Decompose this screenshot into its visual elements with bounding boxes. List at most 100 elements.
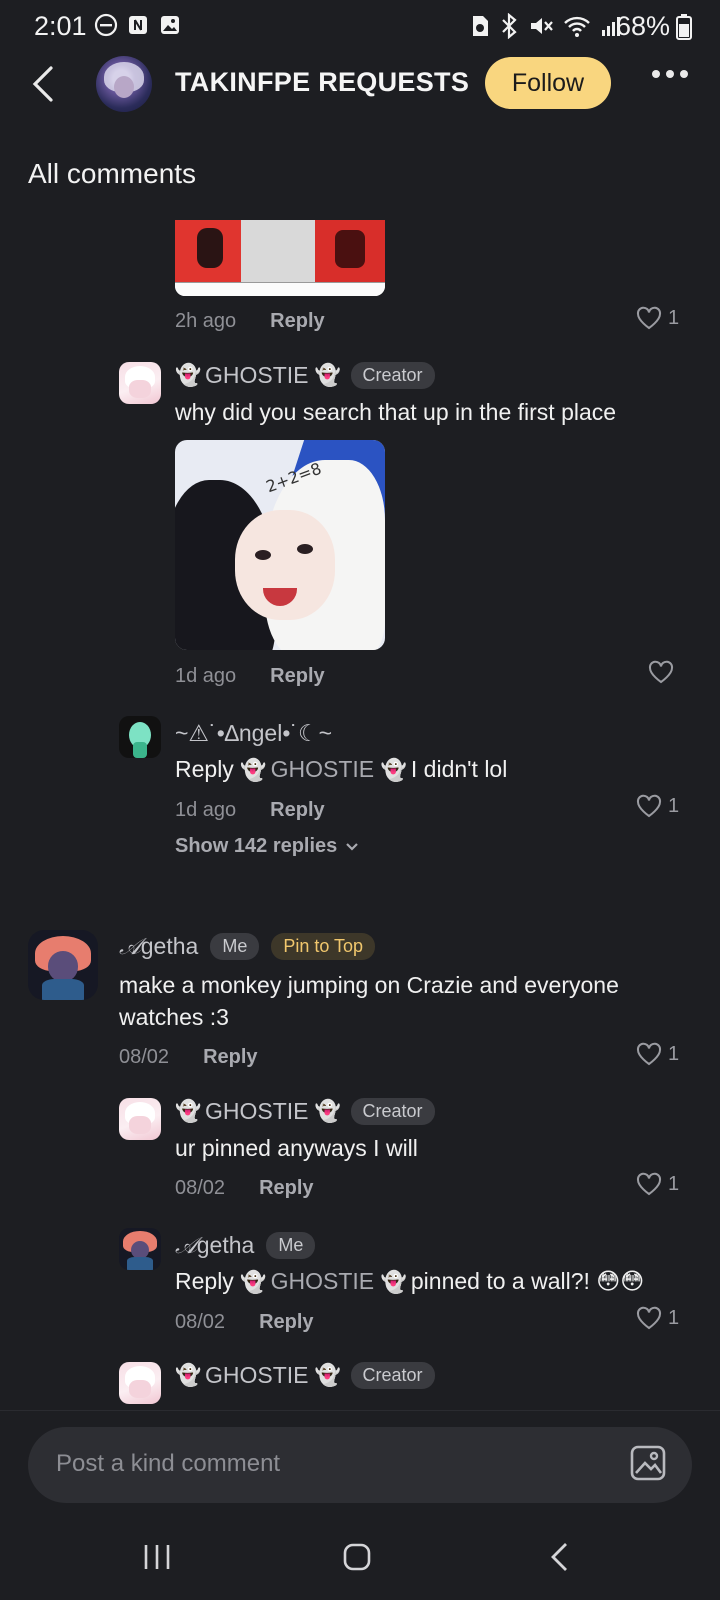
more-options-icon[interactable] [652,70,688,78]
comment-meta: 1d ago Reply [175,665,325,688]
ghost-emoji: 👻 [314,1099,341,1123]
author-initial: 𝒜 [175,1232,197,1258]
status-time: 2:01 [34,11,87,41]
avatar[interactable] [119,362,161,404]
heart-icon [636,1042,662,1066]
comment-placeholder: Post a kind comment [56,1450,281,1477]
ghost-emoji: 👻 [175,1099,202,1123]
comment-meta: 08/02 Reply [175,1177,314,1200]
mentioned-user[interactable]: GHOSTIE [271,1268,375,1294]
comment-text: ur pinned anyways I will [175,1135,418,1161]
heart-icon [636,306,662,330]
community-avatar[interactable] [96,56,152,112]
pin-to-top-button[interactable]: Pin to Top [271,933,376,960]
ghost-emoji: 👻 [240,759,267,782]
comment-time: 1d ago [175,665,237,687]
chevron-down-icon [346,842,359,851]
comment-body: pinned to a wall?! 😳😳 [410,1268,645,1294]
avatar[interactable] [119,716,161,758]
comment-time: 2h ago [175,310,237,332]
comment-text: Reply 👻 GHOSTIE 👻 I didn't lol [175,753,507,785]
system-nav-bar [0,1520,720,1600]
author-name: getha [196,1232,255,1258]
comment-author[interactable]: 👻 GHOSTIE 👻 Creator [175,1098,435,1125]
section-title: All comments [28,158,197,189]
author-name: getha [140,933,199,959]
show-replies-button[interactable]: Show 142 replies [175,835,359,858]
status-bar: 2:01 68% [0,0,720,52]
reply-button[interactable]: Reply [259,1311,313,1333]
reply-button[interactable]: Reply [203,1046,257,1068]
like-button[interactable]: 1 [636,1042,679,1066]
reply-button[interactable]: Reply [259,1177,313,1199]
like-count: 1 [668,1042,680,1065]
creator-badge: Creator [350,362,435,389]
like-count: 1 [668,306,680,329]
back-arrow-icon [32,66,53,102]
recent-apps-icon[interactable] [142,1542,172,1572]
author-name: GHOSTIE [205,362,309,388]
heart-icon [636,794,662,818]
mentioned-user[interactable]: GHOSTIE [271,756,375,782]
community-title[interactable]: TAKINFPE REQUESTS [175,67,469,98]
gallery-icon [161,16,179,34]
home-icon[interactable] [342,1542,372,1572]
comment-meta: 08/02 Reply [119,1046,258,1069]
heart-icon [648,660,674,684]
author-name: GHOSTIE [205,1362,309,1388]
comment-author[interactable]: 👻 GHOSTIE 👻 Creator [175,362,435,389]
mute-icon [531,18,553,34]
back-nav-icon[interactable] [548,1542,570,1572]
comment-time: 08/02 [119,1046,170,1068]
ghost-emoji: 👻 [380,1271,407,1294]
like-count: 1 [668,794,680,817]
comment-time: 08/02 [175,1177,226,1199]
comment-image[interactable]: 2+2=8 [175,440,385,650]
author-initial: 𝒜 [119,933,141,959]
comment-author[interactable]: 👻 GHOSTIE 👻 Creator [175,1362,435,1389]
comment-time: 08/02 [175,1311,226,1333]
ghost-emoji: 👻 [380,759,407,782]
avatar[interactable] [119,1098,161,1140]
like-count: 1 [668,1172,680,1195]
reply-button[interactable]: Reply [270,310,324,332]
battery-icon [676,14,692,40]
back-button[interactable] [26,64,60,104]
avatar[interactable] [119,1228,161,1270]
image-attach-icon[interactable] [630,1445,666,1481]
comment-text: why did you search that up in the first … [175,399,617,425]
comment-author[interactable]: 𝒜getha Me Pin to Top [119,933,376,960]
creator-badge: Creator [350,1098,435,1125]
header: TAKINFPE REQUESTS Follow [0,52,720,116]
like-button[interactable]: 1 [636,1306,679,1330]
bluetooth-icon [502,13,517,39]
comment-body: I didn't lol [410,756,508,782]
author-name: GHOSTIE [205,1098,309,1124]
nfc-icon [129,16,147,34]
comment-input[interactable]: Post a kind comment [28,1427,692,1503]
reply-button[interactable]: Reply [270,665,324,687]
ghost-emoji: 👻 [314,1363,341,1387]
like-button[interactable]: 1 [636,1172,679,1196]
show-replies-label: Show 142 replies [175,835,338,857]
comment-image[interactable] [175,220,385,296]
comment-meta: 08/02 Reply [175,1311,314,1334]
dnd-icon [94,13,118,37]
avatar[interactable] [28,930,98,1000]
reply-prefix: Reply [175,1268,234,1294]
ghost-emoji: 👻 [175,363,202,387]
comment-author[interactable]: 𝒜getha Me [175,1232,316,1259]
comment-text: Reply 👻 GHOSTIE 👻 pinned to a wall?! 😳😳 [175,1265,644,1297]
ghost-emoji: 👻 [175,1363,202,1387]
reply-button[interactable]: Reply [270,799,324,821]
ghost-emoji: 👻 [314,363,341,387]
like-button[interactable] [648,660,674,684]
ghost-emoji: 👻 [240,1271,267,1294]
follow-button[interactable]: Follow [485,57,611,109]
creator-badge: Creator [350,1362,435,1389]
like-button[interactable]: 1 [636,794,679,818]
comment-author[interactable]: ~⚠˙•∆ngel•˙☾~ [175,720,332,747]
like-button[interactable]: 1 [636,306,679,330]
avatar[interactable] [119,1362,161,1404]
battery-level: 68% [615,11,670,41]
